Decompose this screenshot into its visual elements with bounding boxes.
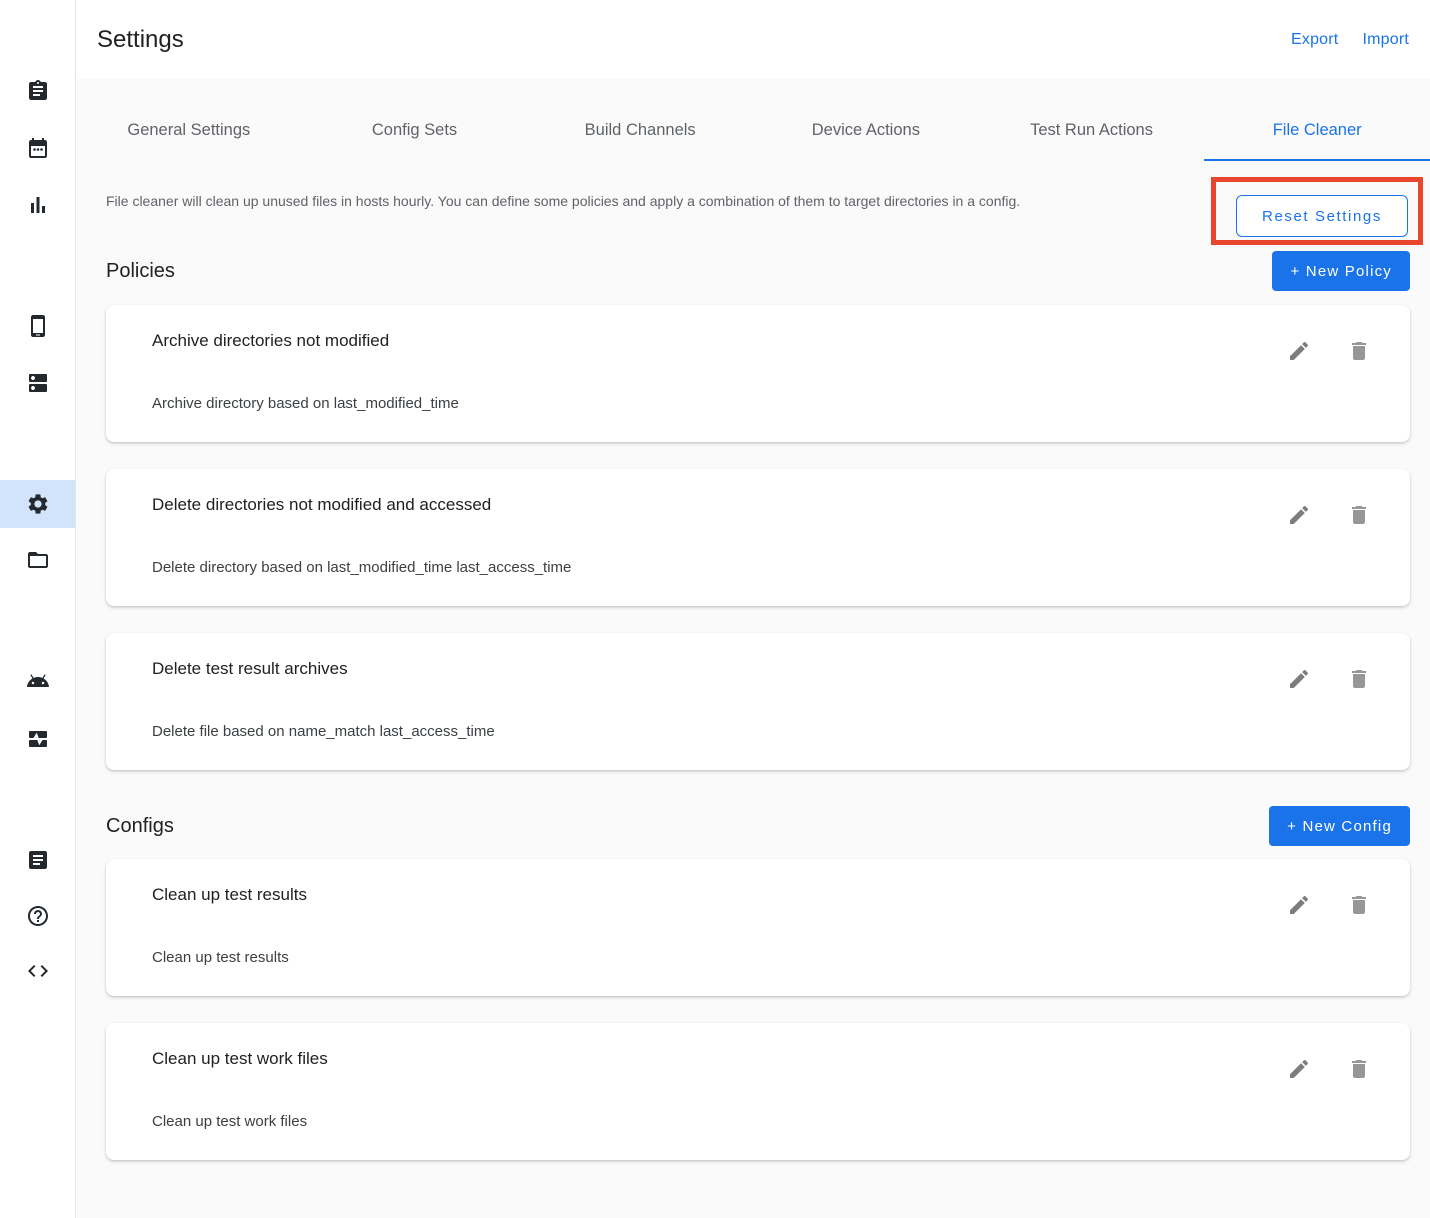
- configs-list: Clean up test results Clean up test resu…: [106, 859, 1410, 1160]
- delete-policy-button[interactable]: [1339, 495, 1379, 535]
- sidebar-item-file-browser[interactable]: [0, 536, 75, 584]
- file-cleaner-description: File cleaner will clean up unused files …: [106, 191, 1020, 211]
- policy-title: Archive directories not modified: [106, 305, 1410, 351]
- new-config-button[interactable]: + New Config: [1269, 806, 1410, 846]
- trash-icon: [1347, 339, 1371, 363]
- sidebar-item-monitoring[interactable]: [0, 715, 75, 763]
- sidebar-item-api[interactable]: [0, 947, 75, 995]
- description-row: File cleaner will clean up unused files …: [106, 161, 1410, 247]
- edit-config-button[interactable]: [1279, 885, 1319, 925]
- sidebar-item-tests[interactable]: [0, 67, 75, 115]
- policies-section-header: Policies + New Policy: [106, 251, 1410, 291]
- monitor-pulse-icon: [26, 727, 50, 751]
- sidebar-item-android[interactable]: [0, 657, 75, 705]
- policies-title: Policies: [106, 260, 175, 283]
- policy-card: Delete directories not modified and acce…: [106, 469, 1410, 606]
- config-title: Clean up test results: [106, 859, 1410, 905]
- tab-config-sets[interactable]: Config Sets: [302, 79, 528, 161]
- pencil-icon: [1287, 339, 1311, 363]
- pencil-icon: [1287, 1057, 1311, 1081]
- config-description: Clean up test work files: [106, 1069, 1410, 1130]
- trash-icon: [1347, 893, 1371, 917]
- config-actions: [1279, 885, 1379, 925]
- policy-description: Delete file based on name_match last_acc…: [106, 679, 1410, 740]
- sidebar-item-hosts[interactable]: [0, 359, 75, 407]
- configs-title: Configs: [106, 815, 174, 838]
- bar-chart-icon: [26, 193, 50, 217]
- dns-icon: [26, 371, 50, 395]
- sidebar-item-devices[interactable]: [0, 302, 75, 350]
- article-icon: [26, 848, 50, 872]
- tab-file-cleaner[interactable]: File Cleaner: [1204, 79, 1430, 161]
- policy-description: Delete directory based on last_modified_…: [106, 515, 1410, 576]
- sidebar-item-reports[interactable]: [0, 181, 75, 229]
- policy-title: Delete directories not modified and acce…: [106, 469, 1410, 515]
- settings-gear-icon: [26, 492, 50, 516]
- import-link[interactable]: Import: [1362, 31, 1409, 49]
- sidebar-item-test-plans[interactable]: [0, 124, 75, 172]
- pencil-icon: [1287, 503, 1311, 527]
- edit-config-button[interactable]: [1279, 1049, 1319, 1089]
- edit-policy-button[interactable]: [1279, 659, 1319, 699]
- policy-actions: [1279, 659, 1379, 699]
- export-link[interactable]: Export: [1291, 31, 1338, 49]
- edit-policy-button[interactable]: [1279, 331, 1319, 371]
- delete-config-button[interactable]: [1339, 1049, 1379, 1089]
- reset-settings-button[interactable]: Reset Settings: [1236, 195, 1408, 237]
- sidebar-item-help[interactable]: [0, 892, 75, 940]
- app-sidebar: [0, 0, 76, 1218]
- config-description: Clean up test results: [106, 905, 1410, 966]
- configs-section-header: Configs + New Config: [106, 806, 1410, 846]
- file-cleaner-panel: File cleaner will clean up unused files …: [76, 161, 1430, 1218]
- config-title: Clean up test work files: [106, 1023, 1410, 1069]
- new-policy-button[interactable]: + New Policy: [1272, 251, 1410, 291]
- policy-actions: [1279, 331, 1379, 371]
- policy-description: Archive directory based on last_modified…: [106, 351, 1410, 412]
- folder-icon: [26, 548, 50, 572]
- help-icon: [26, 904, 50, 928]
- tab-general-settings[interactable]: General Settings: [76, 79, 302, 161]
- delete-policy-button[interactable]: [1339, 659, 1379, 699]
- sidebar-item-logs[interactable]: [0, 836, 75, 884]
- tab-build-channels[interactable]: Build Channels: [527, 79, 753, 161]
- header-actions: Export Import: [1291, 31, 1409, 49]
- policy-card: Archive directories not modified Archive…: [106, 305, 1410, 442]
- tab-test-run-actions[interactable]: Test Run Actions: [979, 79, 1205, 161]
- edit-policy-button[interactable]: [1279, 495, 1319, 535]
- trash-icon: [1347, 503, 1371, 527]
- clipboard-icon: [26, 79, 50, 103]
- pencil-icon: [1287, 893, 1311, 917]
- delete-policy-button[interactable]: [1339, 331, 1379, 371]
- smartphone-icon: [26, 314, 50, 338]
- config-card: Clean up test work files Clean up test w…: [106, 1023, 1410, 1160]
- config-card: Clean up test results Clean up test resu…: [106, 859, 1410, 996]
- policy-actions: [1279, 495, 1379, 535]
- pencil-icon: [1287, 667, 1311, 691]
- page-title: Settings: [97, 26, 184, 54]
- android-icon: [26, 669, 50, 693]
- trash-icon: [1347, 1057, 1371, 1081]
- config-actions: [1279, 1049, 1379, 1089]
- calendar-icon: [26, 136, 50, 160]
- tab-device-actions[interactable]: Device Actions: [753, 79, 979, 161]
- policies-list: Archive directories not modified Archive…: [106, 305, 1410, 770]
- sidebar-item-settings[interactable]: [0, 480, 75, 528]
- policy-title: Delete test result archives: [106, 633, 1410, 679]
- settings-tab-bar: General Settings Config Sets Build Chann…: [76, 79, 1430, 161]
- trash-icon: [1347, 667, 1371, 691]
- code-icon: [26, 959, 50, 983]
- page-header: Settings Export Import: [76, 0, 1430, 79]
- delete-config-button[interactable]: [1339, 885, 1379, 925]
- main-area: Settings Export Import General Settings …: [76, 0, 1430, 1218]
- policy-card: Delete test result archives Delete file …: [106, 633, 1410, 770]
